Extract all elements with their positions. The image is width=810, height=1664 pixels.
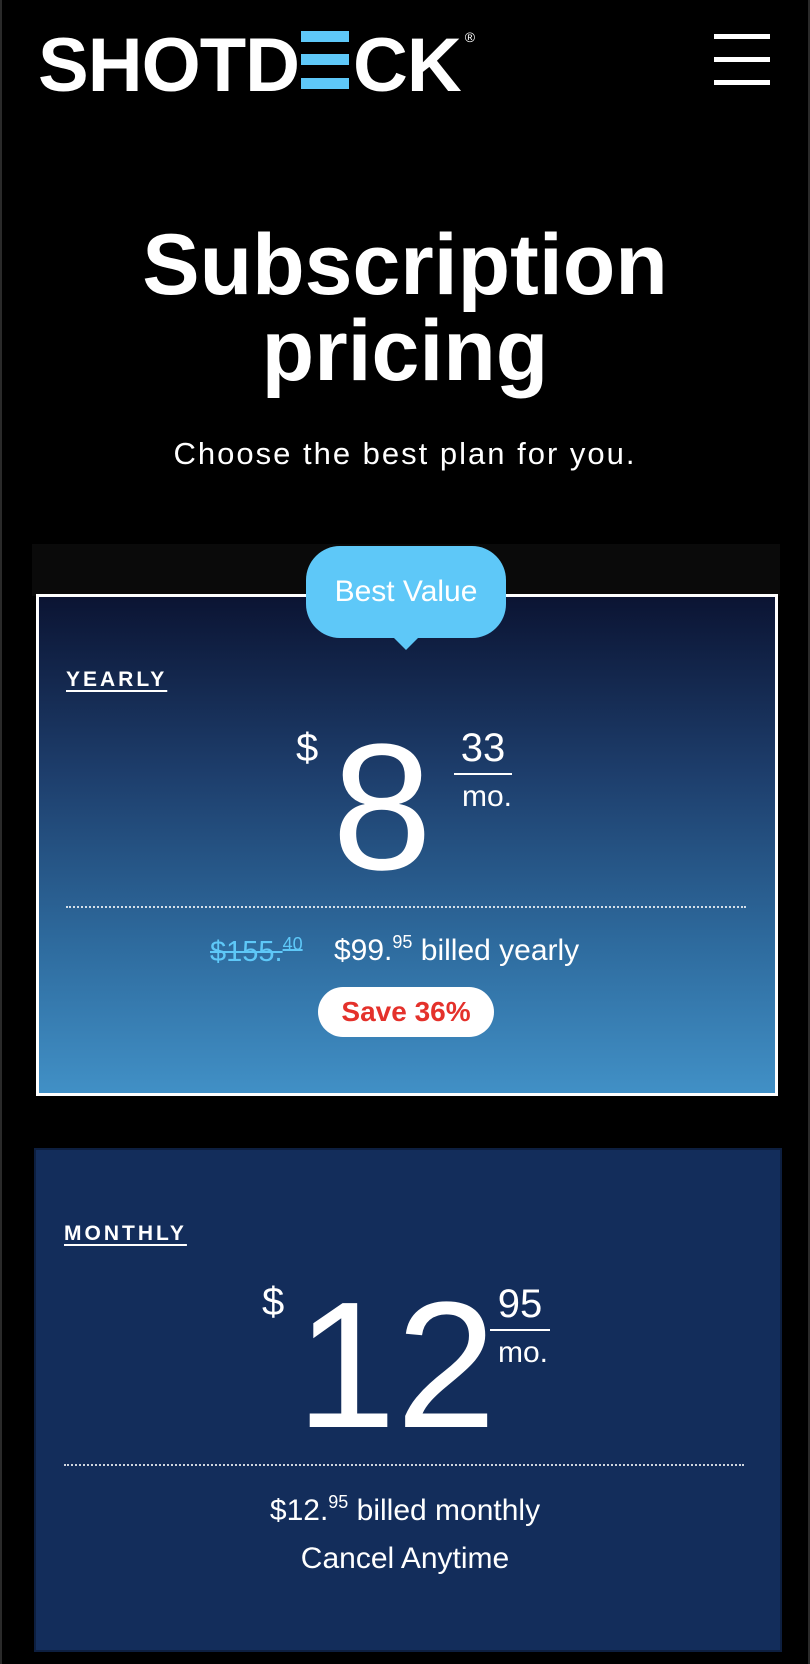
monthly-billed-price: $12.95 billed monthly [269,1492,541,1527]
monthly-per-month: mo. [498,1336,549,1369]
yearly-billed-price: $99.95 billed yearly [334,932,580,967]
monthly-divider [64,1464,744,1466]
page-subtitle: Choose the best plan for you. [173,436,637,471]
monthly-price-main: 12 [296,1265,497,1466]
monthly-plan-label: MONTHLY [64,1222,187,1245]
yearly-per-month: mo. [462,780,513,813]
yearly-price-cents: 33 [454,726,512,775]
cancel-anytime-text: Cancel Anytime [300,1542,510,1575]
best-value-badge: Best Value [306,546,506,638]
page-title: Subscription pricing [0,222,810,394]
yearly-original-price: $155.40 [210,934,303,968]
yearly-currency-symbol: $ [296,726,319,770]
logo-text-left: SHOTD [38,23,300,108]
shotdeck-logo[interactable]: SHOTD CK ® [38,23,475,108]
registered-mark: ® [464,29,475,45]
page-title-line1: Subscription [142,217,668,313]
badge-pointer [392,636,420,650]
yearly-divider [66,906,746,908]
yearly-plan-label: YEARLY [66,668,168,691]
logo-text-right: CK [353,23,462,108]
page-title-line2: pricing [261,303,549,399]
yearly-price-main: 8 [332,707,433,908]
monthly-price-cents: 95 [490,1282,550,1331]
monthly-currency-symbol: $ [262,1280,285,1324]
save-percent-badge: Save 36% [318,987,494,1037]
hamburger-menu-icon[interactable] [714,34,770,86]
logo-e-mark [301,31,349,89]
